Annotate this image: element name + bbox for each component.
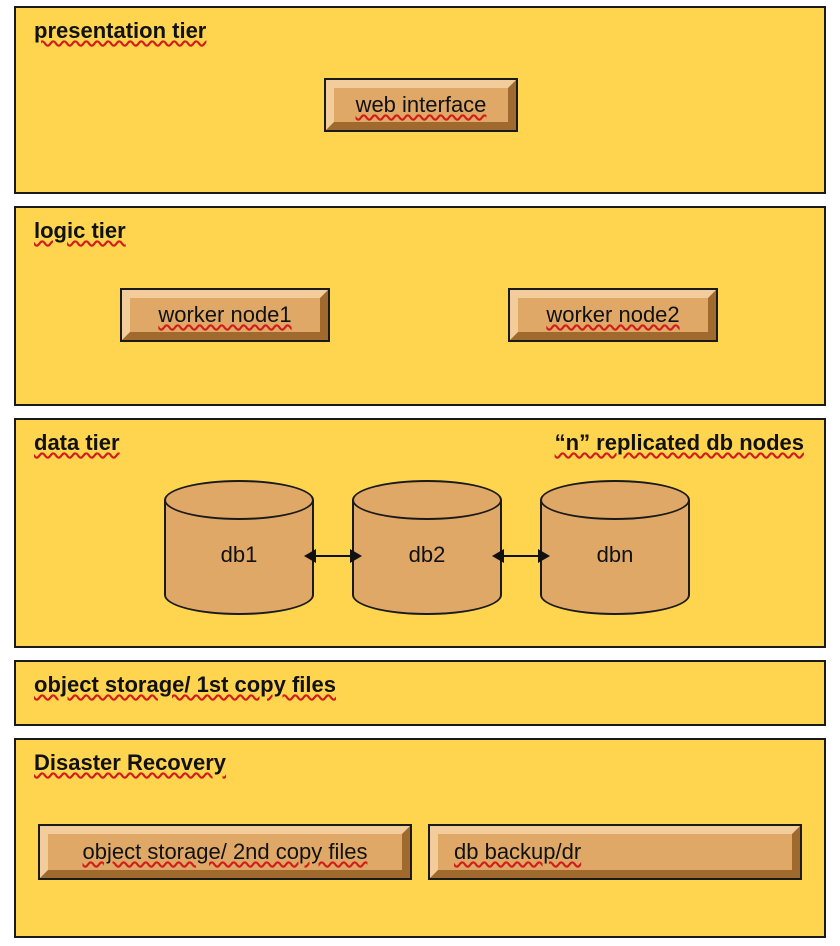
worker-node-1-label: worker node1 — [158, 302, 291, 328]
web-interface-label: web interface — [356, 92, 487, 118]
db2-label: db2 — [352, 542, 502, 568]
dbn-label: dbn — [540, 542, 690, 568]
arrow-db1-db2 — [314, 555, 352, 557]
db-backup-node: db backup/dr — [430, 826, 800, 878]
dbn-cylinder: dbn — [540, 480, 690, 615]
web-interface-node: web interface — [326, 80, 516, 130]
db-backup-label: db backup/dr — [454, 839, 581, 865]
worker-node-1: worker node1 — [122, 290, 328, 340]
presentation-tier: presentation tier web interface — [14, 6, 826, 194]
architecture-diagram: presentation tier web interface logic ti… — [0, 0, 840, 946]
object-storage-title: object storage/ 1st copy files — [34, 672, 806, 698]
disaster-recovery-tier: Disaster Recovery object storage/ 2nd co… — [14, 738, 826, 938]
worker-node-2-label: worker node2 — [546, 302, 679, 328]
object-storage-tier: object storage/ 1st copy files — [14, 660, 826, 726]
data-tier-note: “n” replicated db nodes — [555, 430, 804, 456]
arrow-db2-dbn — [502, 555, 540, 557]
disaster-recovery-title: Disaster Recovery — [34, 750, 806, 776]
second-copy-node: object storage/ 2nd copy files — [40, 826, 410, 878]
logic-tier: logic tier worker node1 worker node2 — [14, 206, 826, 406]
presentation-tier-title: presentation tier — [34, 18, 806, 44]
logic-tier-title: logic tier — [34, 218, 806, 244]
db1-label: db1 — [164, 542, 314, 568]
worker-node-2: worker node2 — [510, 290, 716, 340]
db1-cylinder: db1 — [164, 480, 314, 615]
db2-cylinder: db2 — [352, 480, 502, 615]
second-copy-label: object storage/ 2nd copy files — [83, 839, 368, 865]
data-tier: data tier “n” replicated db nodes db1 db… — [14, 418, 826, 648]
